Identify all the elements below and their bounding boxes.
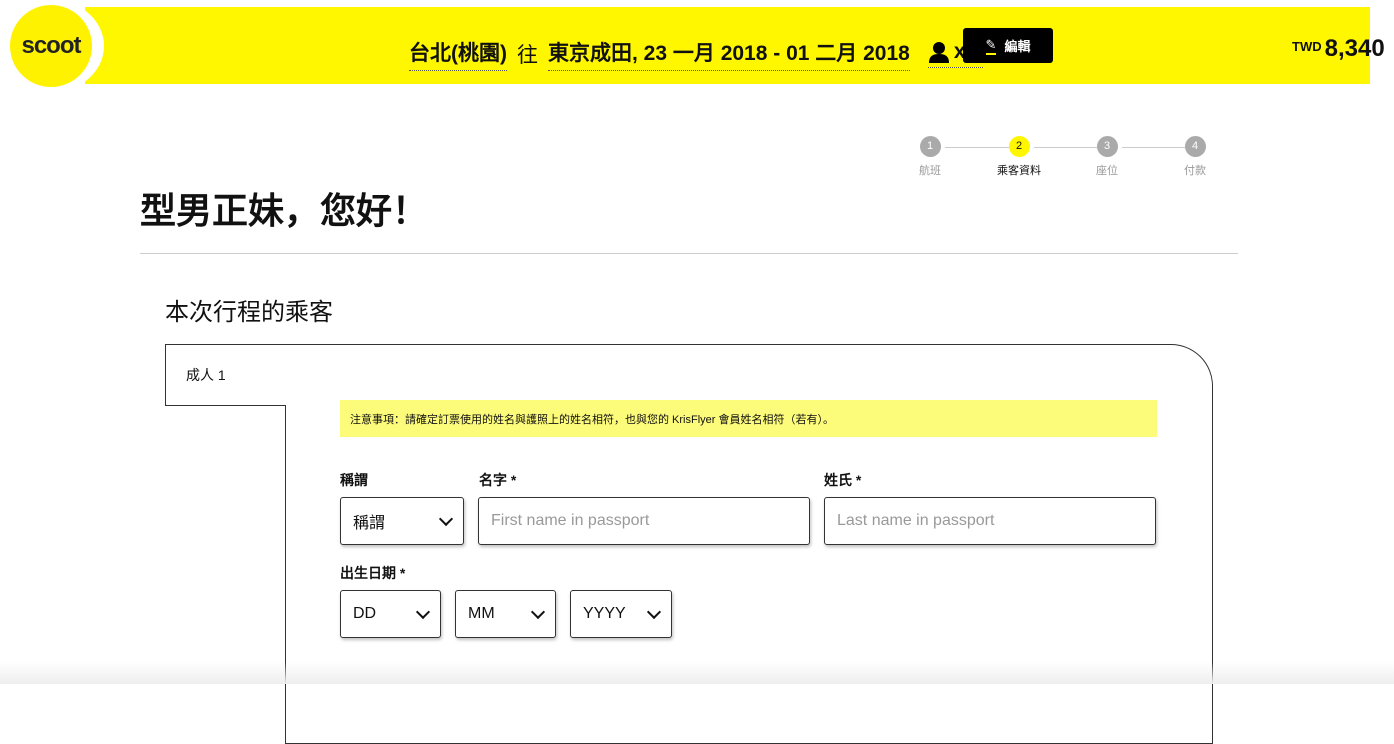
person-icon — [928, 42, 949, 63]
dob-label: 出生日期 * — [340, 565, 406, 581]
destination-dates-link[interactable]: 東京成田, 23 一月 2018 - 01 二月 2018 — [548, 37, 910, 71]
salutation-select[interactable]: 稱謂 — [340, 497, 464, 545]
top-bar: 台北(桃園) 往 東京成田, 23 一月 2018 - 01 二月 2018 x… — [85, 7, 1385, 84]
chevron-down-icon — [415, 604, 431, 619]
logo-text: scoot — [10, 5, 92, 87]
total-price: 8,340 — [1324, 35, 1385, 62]
salutation-label: 稱謂 — [340, 472, 368, 488]
pencil-icon: ✎ — [985, 37, 997, 55]
dob-year-select[interactable]: YYYY — [570, 590, 672, 638]
step-passenger: 2 乘客資料 — [989, 136, 1049, 178]
price-summary[interactable]: TWD 8,340 — [1292, 35, 1394, 63]
progress-stepper: 1 航班 2 乘客資料 3 座位 4 付款 — [900, 136, 1230, 186]
last-name-input[interactable]: Last name in passport — [824, 497, 1156, 545]
trip-summary: 台北(桃園) 往 東京成田, 23 一月 2018 - 01 二月 2018 x… — [409, 37, 984, 71]
page-title: 型男正妹，您好！ — [140, 190, 429, 231]
currency: TWD — [1292, 39, 1322, 54]
last-name-label: 姓氏 * — [824, 472, 862, 488]
to-text: 往 — [517, 44, 538, 67]
tab-adult-1[interactable]: 成人 1 — [165, 344, 286, 406]
first-name-input[interactable]: First name in passport — [478, 497, 810, 545]
step-payment: 4 付款 — [1165, 136, 1225, 178]
edit-label: 編輯 — [1004, 39, 1031, 54]
dob-month-select[interactable]: MM — [455, 590, 556, 638]
logo[interactable]: scoot — [0, 0, 104, 92]
chevron-down-icon — [530, 604, 546, 619]
chevron-down-icon — [438, 511, 454, 526]
first-name-label: 名字 * — [479, 472, 517, 488]
dob-day-select[interactable]: DD — [340, 590, 441, 638]
bottom-shadow — [0, 662, 1394, 684]
chevron-down-icon — [646, 604, 662, 619]
divider — [140, 253, 1238, 254]
notice-banner: 注意事項：請確定訂票使用的姓名與護照上的姓名相符，也與您的 KrisFlyer … — [340, 400, 1157, 437]
edit-button[interactable]: ✎ 編輯 — [963, 28, 1053, 63]
origin-link[interactable]: 台北(桃園) — [409, 37, 507, 71]
step-seat: 3 座位 — [1077, 136, 1137, 178]
step-flight: 1 航班 — [900, 136, 960, 178]
section-title: 本次行程的乘客 — [165, 299, 333, 326]
